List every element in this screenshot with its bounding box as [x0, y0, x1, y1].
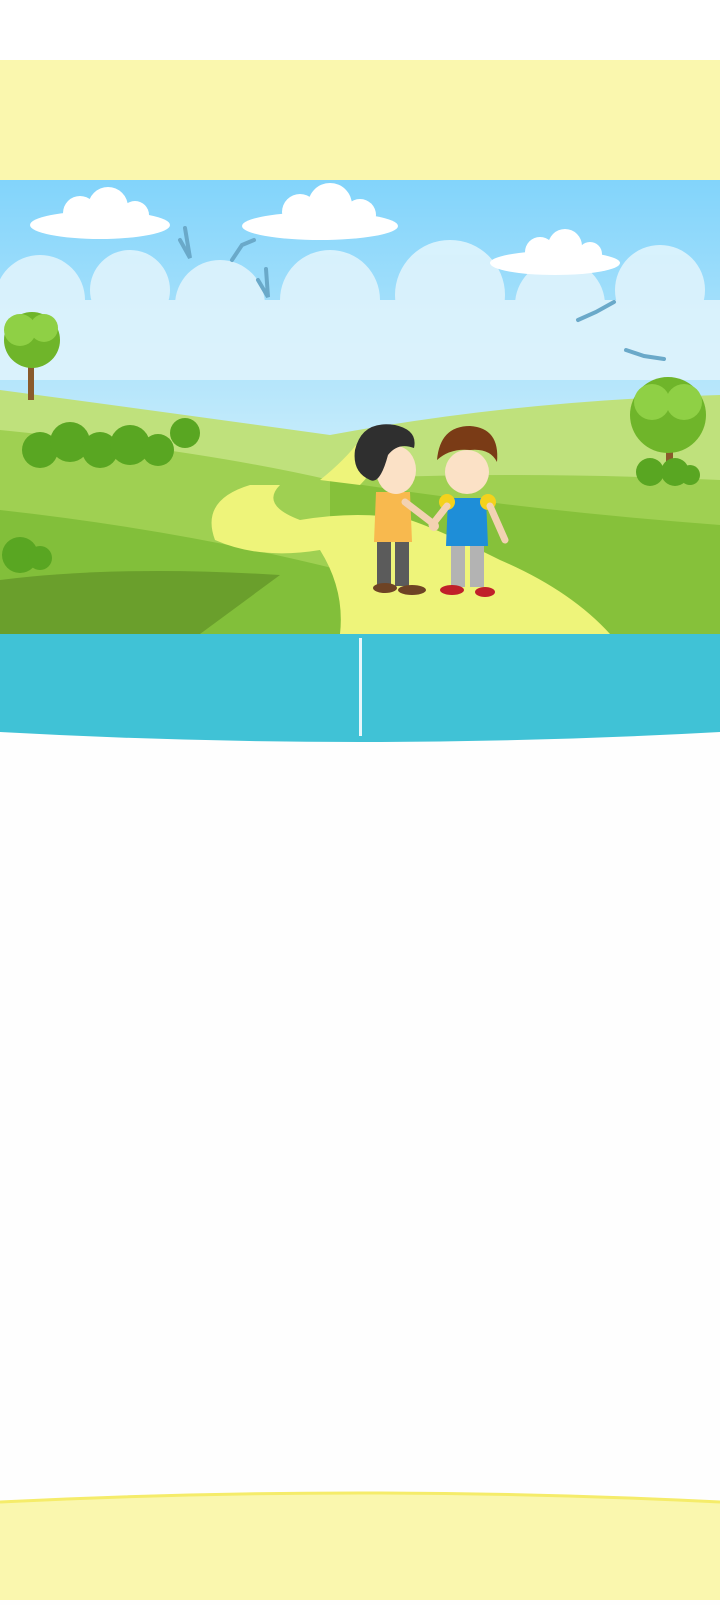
landscape-illustration	[0, 180, 720, 634]
top-status-area	[0, 0, 720, 60]
left-action-button[interactable]	[0, 634, 360, 738]
button-bar	[0, 634, 720, 746]
right-action-button[interactable]	[362, 634, 720, 738]
header-banner	[0, 60, 720, 180]
scene-illustration	[0, 180, 720, 634]
footer-banner-shape	[0, 1491, 720, 1600]
footer-banner	[0, 1488, 720, 1600]
